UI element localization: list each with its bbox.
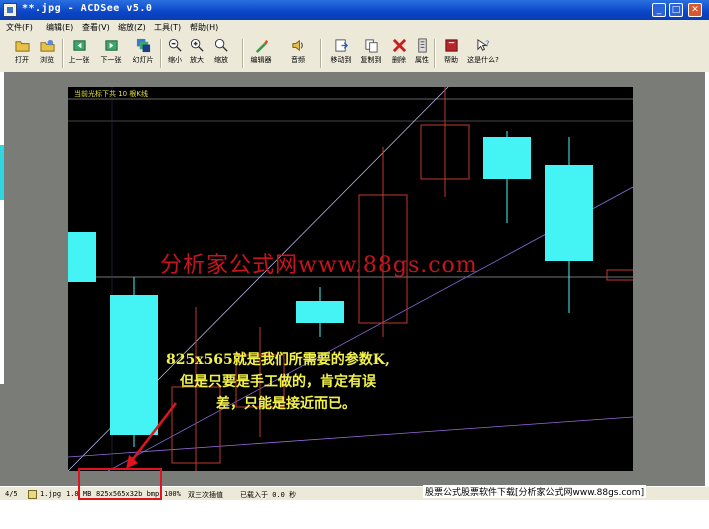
menu-edit[interactable]: 编辑(E) [46, 22, 73, 33]
previous-button[interactable]: 上一张 [62, 37, 96, 70]
browse-icon [39, 39, 55, 52]
load-time: 已载入于 0.0 秒 [240, 491, 297, 499]
image-index: 4/5 [5, 490, 18, 498]
toolbar: 打开 浏览 上一张 下一张 幻灯片 缩小 放大 缩放 编辑器 音频 移动到 复制… [0, 35, 709, 73]
zoom-icon [214, 38, 228, 52]
audio-button[interactable]: 音频 [281, 37, 315, 70]
resolution-highlight-box [78, 468, 162, 500]
note-line: 差，只能是接近而已。 [216, 396, 356, 412]
audio-icon [291, 39, 303, 52]
acdsee-window: **.jpg - ACDSee v5.0 _ □ ✕ 文件(F) 编辑(E) 查… [0, 0, 709, 529]
svg-text:?: ? [485, 39, 489, 48]
move-to-button[interactable]: 移动到 [324, 37, 358, 70]
menu-help[interactable]: 帮助(H) [190, 22, 218, 33]
whats-this-icon: ? [476, 38, 489, 51]
footer-caption: 股票公式股票软件下载[分析家公式网www.88gs.com] [423, 485, 647, 498]
help-book-icon [444, 39, 458, 52]
slideshow-icon [136, 38, 150, 53]
watermark: 分析家公式网www.88gs.com [160, 253, 478, 278]
chart-cursor-label: 当前光标下共 10 根K线 [74, 90, 148, 98]
footer: 股票公式股票软件下载[分析家公式网www.88gs.com] [0, 485, 709, 529]
window-title: **.jpg - ACDSee v5.0 [22, 3, 153, 14]
properties-icon [417, 38, 427, 53]
menu-view[interactable]: 查看(V) [82, 22, 110, 33]
help-button[interactable]: 帮助 [434, 37, 468, 70]
slideshow-button[interactable]: 幻灯片 [126, 37, 160, 70]
file-name: 1.jpg [40, 490, 62, 498]
next-image-icon [104, 40, 118, 51]
annotation-note: 825x565就是我们所需要的参数K, 但是只要是手工做的，肯定有误 差，只能是… [166, 349, 466, 415]
note-line: 825x565就是我们所需要的参数K, [166, 352, 390, 368]
zoom-button[interactable]: 缩放 [204, 37, 238, 70]
zoom-in-icon [190, 38, 204, 52]
menu-tools[interactable]: 工具(T) [154, 22, 181, 33]
previous-image-icon [72, 40, 86, 51]
copy-to-icon [364, 39, 378, 53]
menu-file[interactable]: 文件(F) [6, 22, 33, 33]
open-folder-icon [14, 41, 30, 52]
next-button[interactable]: 下一张 [94, 37, 128, 70]
whats-this-button[interactable]: ? 这是什么? [466, 37, 500, 70]
menu-zoom[interactable]: 缩放(Z) [118, 22, 146, 33]
zoom-level: 100% [164, 490, 181, 498]
move-to-icon [334, 39, 348, 52]
app-icon[interactable] [3, 3, 17, 17]
editor-button[interactable]: 编辑器 [244, 37, 278, 70]
note-line: 但是只要是手工做的，肯定有误 [180, 374, 376, 390]
displayed-image: 当前光标下共 10 根K线 分析家公式网www.88gs.com 825x565… [68, 87, 633, 471]
minimize-button[interactable]: _ [652, 3, 666, 17]
browse-button[interactable]: 浏览 [30, 37, 64, 70]
close-button[interactable]: ✕ [688, 3, 702, 17]
maximize-button[interactable]: □ [669, 3, 683, 17]
title-bar[interactable]: **.jpg - ACDSee v5.0 _ □ ✕ [0, 0, 709, 20]
menu-bar: 文件(F) 编辑(E) 查看(V) 缩放(Z) 工具(T) 帮助(H) [0, 20, 709, 36]
resample-filter: 双三次插值 [188, 491, 223, 499]
editor-icon [255, 39, 268, 53]
